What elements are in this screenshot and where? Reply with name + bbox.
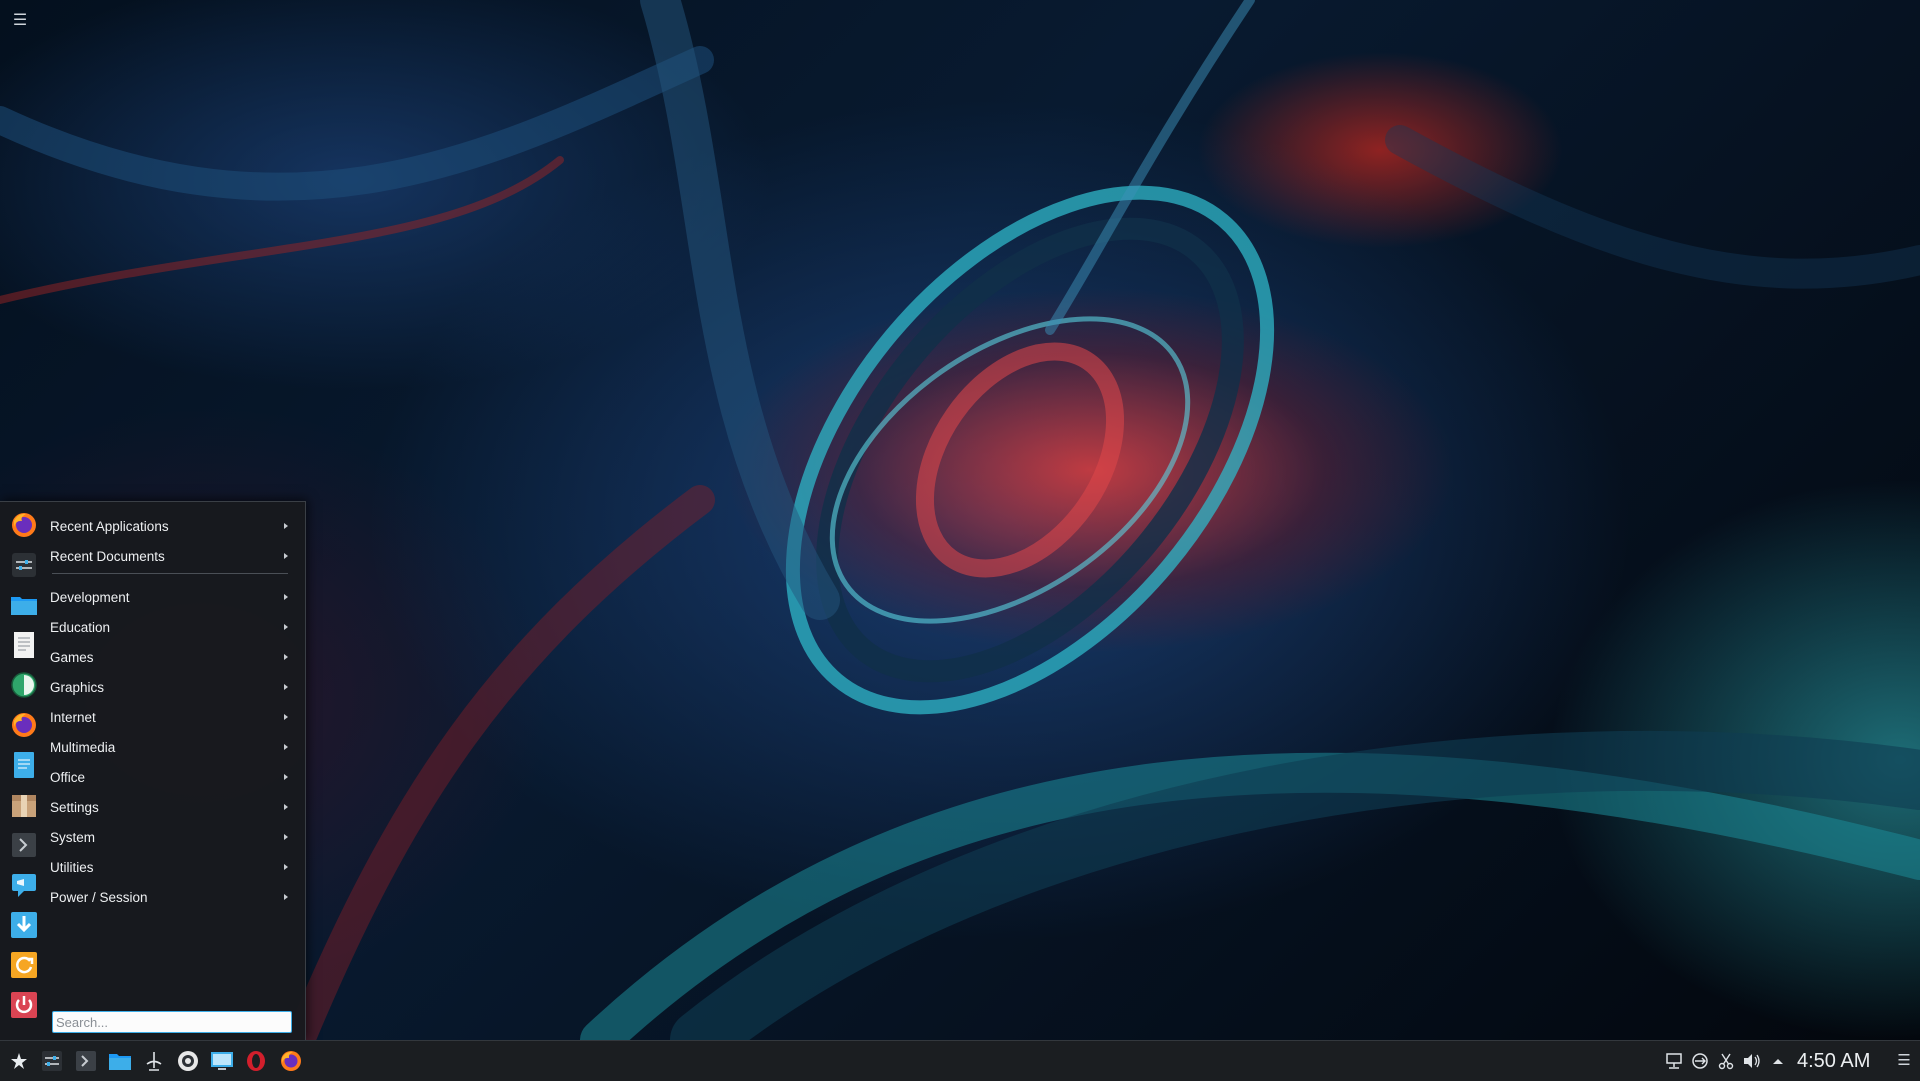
firefox-icon[interactable] (9, 710, 39, 740)
submenu-arrow-icon (284, 684, 288, 690)
settings-sliders-icon[interactable] (9, 550, 39, 580)
weather-icon[interactable] (175, 1048, 201, 1074)
menu-item-label: Games (50, 649, 94, 665)
firefox-icon[interactable] (9, 510, 39, 540)
clock[interactable]: 4:50 AM (1797, 1049, 1881, 1073)
document-icon[interactable] (9, 630, 39, 660)
menu-item-utilities[interactable]: Utilities (48, 853, 298, 881)
menu-item-label: Multimedia (50, 739, 116, 755)
refresh-icon[interactable] (9, 950, 39, 980)
menu-item-label: Settings (50, 799, 99, 815)
download-icon[interactable] (9, 910, 39, 940)
submenu-arrow-icon (284, 594, 288, 600)
chat-icon[interactable] (9, 870, 39, 900)
package-icon[interactable] (9, 790, 39, 820)
kde-connect-icon[interactable] (141, 1048, 167, 1074)
folder-icon[interactable] (107, 1048, 133, 1074)
submenu-arrow-icon (284, 523, 288, 529)
menu-item-internet[interactable]: Internet (48, 703, 298, 731)
opera-icon[interactable] (243, 1048, 269, 1074)
text-document-icon[interactable] (9, 750, 39, 780)
app-launcher-icon[interactable] (6, 1048, 32, 1074)
menu-item-recent-applications[interactable]: Recent Applications (48, 512, 298, 540)
menu-item-graphics[interactable]: Graphics (48, 673, 298, 701)
network-icon[interactable] (1664, 1051, 1684, 1071)
globe-icon[interactable] (9, 670, 39, 700)
panel-menu-button[interactable]: ☰ (1894, 1051, 1914, 1071)
search-input[interactable] (52, 1011, 292, 1033)
menu-item-label: Education (50, 619, 111, 635)
menu-item-power-session[interactable]: Power / Session (48, 883, 298, 911)
menu-item-settings[interactable]: Settings (48, 793, 298, 821)
menu-item-label: Recent Applications (50, 518, 169, 534)
terminal-icon[interactable] (9, 830, 39, 860)
menu-item-label: Office (50, 769, 86, 785)
submenu-arrow-icon (284, 774, 288, 780)
menu-item-education[interactable]: Education (48, 613, 298, 641)
menu-item-games[interactable]: Games (48, 643, 298, 671)
menu-item-recent-documents[interactable]: Recent Documents (48, 542, 298, 570)
terminal-icon[interactable] (73, 1048, 99, 1074)
firefox-icon[interactable] (278, 1048, 304, 1074)
menu-item-label: Internet (50, 709, 96, 725)
submenu-arrow-icon (284, 553, 288, 559)
screen-icon[interactable] (209, 1048, 235, 1074)
scissors-icon[interactable] (1716, 1051, 1736, 1071)
menu-item-label: Development (50, 589, 130, 605)
application-menu: Recent Applications Recent Documents Devel… (0, 501, 306, 1042)
submenu-arrow-icon (284, 714, 288, 720)
tray-expand-icon[interactable] (1768, 1051, 1788, 1071)
favorites-sidebar (0, 502, 48, 1042)
submenu-arrow-icon (284, 864, 288, 870)
menu-item-multimedia[interactable]: Multimedia (48, 733, 298, 761)
submenu-arrow-icon (284, 744, 288, 750)
menu-item-label: System (50, 829, 96, 845)
taskbar: 4:50 AM ☰ (0, 1040, 1920, 1081)
menu-item-label: Utilities (50, 859, 94, 875)
submenu-arrow-icon (284, 834, 288, 840)
volume-icon[interactable] (1742, 1051, 1762, 1071)
submenu-arrow-icon (284, 624, 288, 630)
desktop-menu-button[interactable]: ☰ (8, 10, 32, 32)
submenu-arrow-icon (284, 804, 288, 810)
submenu-arrow-icon (284, 654, 288, 660)
menu-separator (52, 573, 288, 574)
hamburger-icon: ☰ (12, 12, 28, 29)
menu-item-label: Graphics (50, 679, 105, 695)
settings-sliders-icon[interactable] (39, 1048, 65, 1074)
menu-item-development[interactable]: Development (48, 583, 298, 611)
submenu-arrow-icon (284, 894, 288, 900)
menu-item-system[interactable]: System (48, 823, 298, 851)
hamburger-icon: ☰ (1897, 1052, 1911, 1069)
menu-item-label: Power / Session (50, 889, 148, 905)
folder-icon[interactable] (9, 590, 39, 620)
vpn-icon[interactable] (1690, 1051, 1710, 1071)
menu-item-label: Recent Documents (50, 548, 165, 564)
power-icon[interactable] (9, 990, 39, 1020)
menu-item-office[interactable]: Office (48, 763, 298, 791)
